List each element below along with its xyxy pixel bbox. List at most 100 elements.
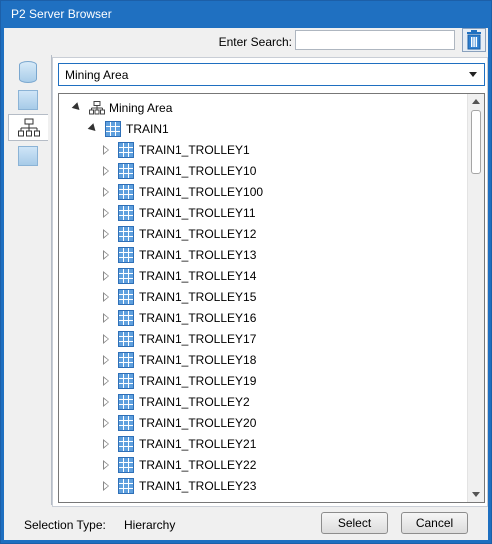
selection-type-value: Hierarchy (124, 518, 176, 532)
tree-item-label: TRAIN1_TROLLEY16 (139, 310, 257, 325)
browser-panel: Mining Area Mining Area TRAIN1 TRAIN1_TR… (52, 57, 488, 507)
clear-search-button[interactable] (462, 28, 486, 52)
folder-icon (18, 89, 38, 110)
cancel-button[interactable]: Cancel (401, 512, 468, 534)
tree-item-label: TRAIN1_TROLLEY22 (139, 457, 257, 472)
expand-arrow-icon[interactable] (103, 417, 109, 428)
grid-icon (118, 162, 134, 179)
collapse-arrow-icon[interactable] (71, 102, 83, 113)
grid-icon (118, 351, 134, 368)
tree-item[interactable]: TRAIN1_TROLLEY1 (103, 139, 250, 160)
tree-item[interactable]: TRAIN1_TROLLEY20 (103, 412, 256, 433)
scroll-down-arrow-icon[interactable] (472, 492, 480, 497)
tab-table[interactable] (8, 142, 48, 169)
tree-root-node[interactable]: Mining Area (71, 97, 172, 118)
expand-arrow-icon[interactable] (103, 186, 109, 197)
tree-group-node[interactable]: TRAIN1 (87, 118, 169, 139)
tree-item[interactable]: TRAIN1_TROLLEY2 (103, 391, 250, 412)
server-browser-window: P2 Server Browser Enter Search: Mining A… (0, 0, 492, 544)
tree-item-label: TRAIN1_TROLLEY23 (139, 478, 257, 493)
expand-arrow-icon[interactable] (103, 333, 109, 344)
expand-arrow-icon[interactable] (103, 144, 109, 155)
table-icon (18, 145, 38, 166)
tree-item-label: TRAIN1_TROLLEY12 (139, 226, 257, 241)
tree-item[interactable]: TRAIN1_TROLLEY100 (103, 181, 263, 202)
tree-item[interactable]: TRAIN1_TROLLEY11 (103, 202, 256, 223)
tree-item[interactable]: TRAIN1_TROLLEY19 (103, 370, 256, 391)
hierarchy-icon (89, 100, 105, 114)
expand-arrow-icon[interactable] (103, 249, 109, 260)
expand-arrow-icon[interactable] (103, 291, 109, 302)
grid-icon (118, 267, 134, 284)
tree-scrollbar[interactable] (467, 94, 484, 502)
tree-item[interactable]: TRAIN1_TROLLEY21 (103, 433, 256, 454)
expand-arrow-icon[interactable] (103, 459, 109, 470)
tree-item[interactable]: TRAIN1_TROLLEY23 (103, 475, 256, 496)
expand-arrow-icon[interactable] (103, 228, 109, 239)
tree-item[interactable]: TRAIN1_TROLLEY14 (103, 265, 256, 286)
scroll-up-arrow-icon[interactable] (472, 99, 480, 104)
tree-item-label: TRAIN1_TROLLEY11 (139, 205, 256, 220)
grid-icon (118, 456, 134, 473)
select-button[interactable]: Select (321, 512, 388, 534)
expand-arrow-icon[interactable] (103, 312, 109, 323)
grid-icon (118, 246, 134, 263)
dropdown-selected-value: Mining Area (65, 68, 129, 82)
tree-group-label: TRAIN1 (126, 121, 169, 136)
database-icon (19, 60, 37, 83)
grid-icon (118, 372, 134, 389)
tree-item[interactable]: TRAIN1_TROLLEY18 (103, 349, 256, 370)
tab-folder[interactable] (8, 86, 48, 113)
footer-bar: Selection Type: Hierarchy Select Cancel (4, 508, 488, 540)
expand-arrow-icon[interactable] (103, 438, 109, 449)
grid-icon (118, 183, 134, 200)
grid-icon (118, 414, 134, 431)
hierarchy-icon (17, 118, 40, 136)
expand-arrow-icon[interactable] (103, 207, 109, 218)
tree-item-label: TRAIN1_TROLLEY17 (139, 331, 257, 346)
grid-icon (118, 330, 134, 347)
area-dropdown[interactable]: Mining Area (58, 63, 485, 86)
tree-item[interactable]: TRAIN1_TROLLEY22 (103, 454, 256, 475)
expand-arrow-icon[interactable] (103, 165, 109, 176)
tab-database[interactable] (8, 58, 48, 85)
expand-arrow-icon[interactable] (103, 396, 109, 407)
tree-item-label: TRAIN1_TROLLEY13 (139, 247, 257, 262)
dialog-body: Enter Search: Mining Area Mining Area TR… (4, 28, 488, 540)
grid-icon (118, 204, 134, 221)
grid-icon (118, 393, 134, 410)
search-input[interactable] (295, 30, 455, 50)
hierarchy-tree: Mining Area TRAIN1 TRAIN1_TROLLEY1 TRAIN1… (58, 93, 485, 503)
tab-hierarchy[interactable] (8, 114, 48, 141)
expand-arrow-icon[interactable] (103, 354, 109, 365)
window-title: P2 Server Browser (11, 7, 112, 21)
scroll-thumb[interactable] (471, 110, 481, 174)
title-bar[interactable]: P2 Server Browser (1, 1, 491, 27)
grid-icon (118, 435, 134, 452)
tree-item[interactable]: TRAIN1_TROLLEY13 (103, 244, 256, 265)
tree-item-label: TRAIN1_TROLLEY19 (139, 373, 257, 388)
grid-icon (118, 477, 134, 494)
tree-item[interactable]: TRAIN1_TROLLEY10 (103, 160, 256, 181)
tree-item-label: TRAIN1_TROLLEY20 (139, 415, 257, 430)
grid-icon (118, 288, 134, 305)
grid-icon (118, 141, 134, 158)
tree-item[interactable]: TRAIN1_TROLLEY17 (103, 328, 256, 349)
tree-item[interactable]: TRAIN1_TROLLEY16 (103, 307, 256, 328)
selection-type-label: Selection Type: (24, 518, 106, 532)
grid-icon (105, 120, 121, 137)
expand-arrow-icon[interactable] (103, 480, 109, 491)
expand-arrow-icon[interactable] (103, 375, 109, 386)
tree-item-label: TRAIN1_TROLLEY1 (139, 142, 250, 157)
tree-item[interactable]: TRAIN1_TROLLEY15 (103, 286, 256, 307)
tree-item[interactable]: TRAIN1_TROLLEY12 (103, 223, 256, 244)
expand-arrow-icon[interactable] (103, 270, 109, 281)
tree-item-label: TRAIN1_TROLLEY21 (139, 436, 257, 451)
grid-icon (118, 225, 134, 242)
tree-item-label: TRAIN1_TROLLEY18 (139, 352, 257, 367)
collapse-arrow-icon[interactable] (87, 123, 99, 134)
side-tab-strip (5, 55, 52, 505)
trash-icon (467, 30, 481, 50)
search-label: Enter Search: (218, 35, 292, 49)
tree-item-label: TRAIN1_TROLLEY14 (139, 268, 257, 283)
